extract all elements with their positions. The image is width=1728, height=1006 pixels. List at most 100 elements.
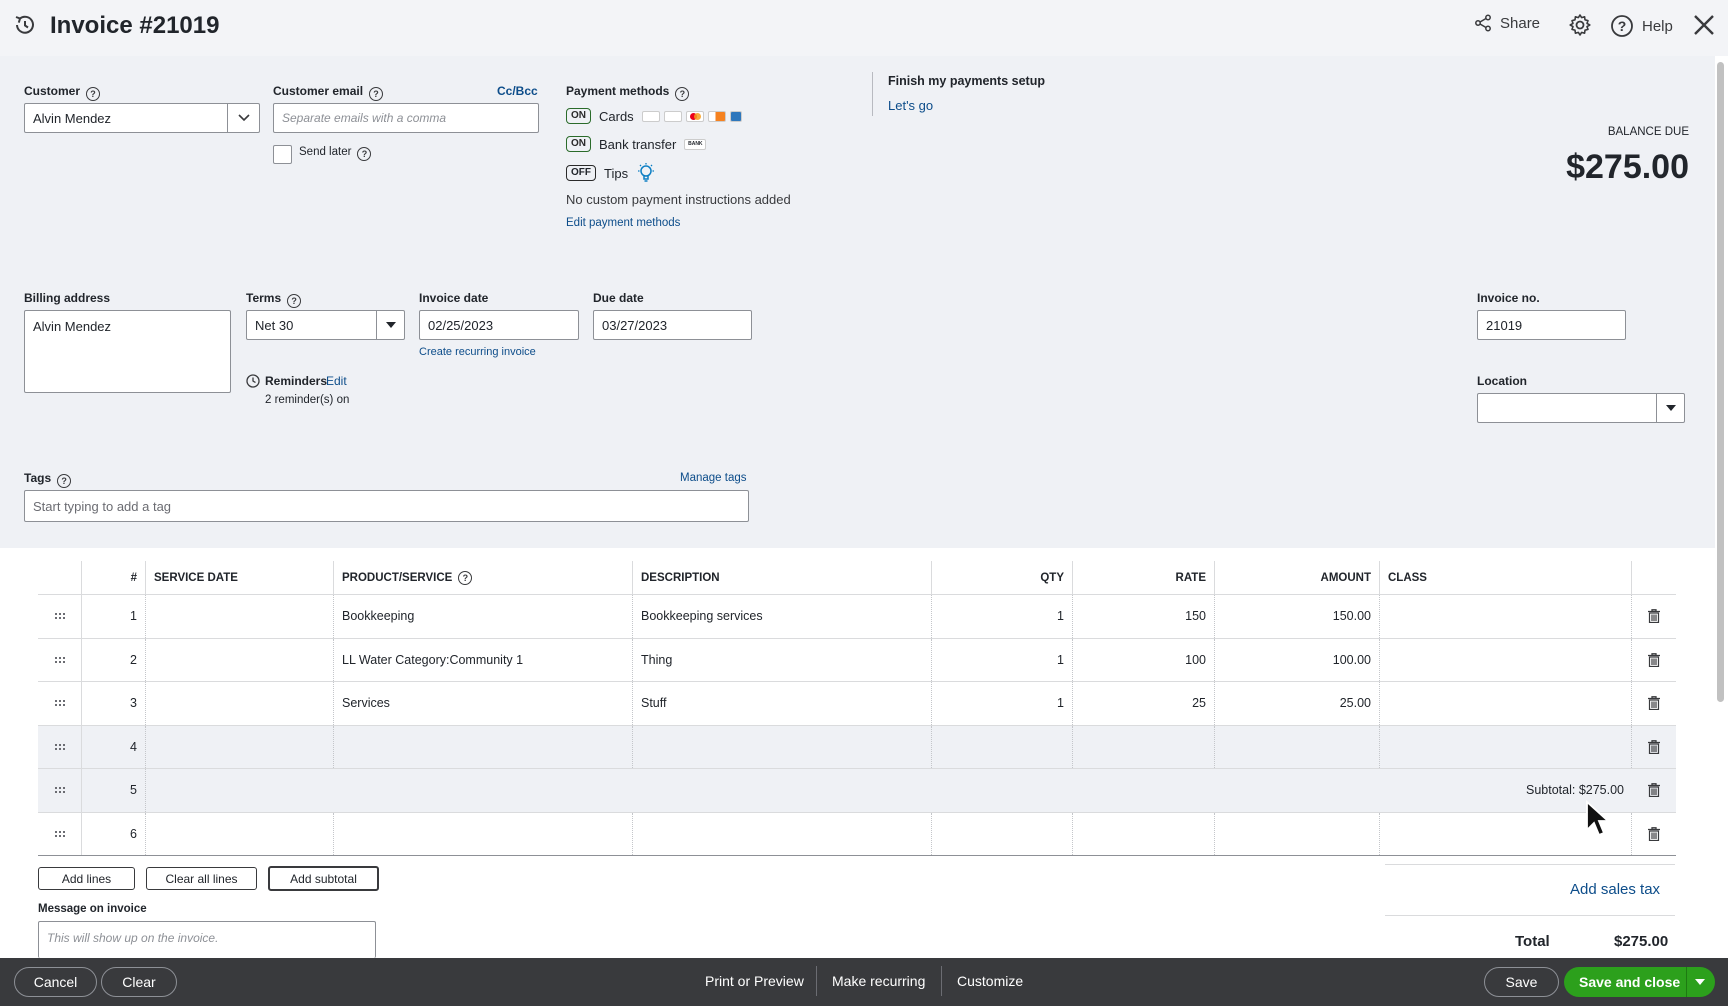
balance-due-amount: $275.00 — [1566, 148, 1689, 186]
trash-icon[interactable] — [1632, 639, 1676, 682]
col-description: DESCRIPTION — [633, 561, 932, 594]
mouse-cursor-icon — [1586, 800, 1611, 837]
save-and-close-button[interactable]: Save and close — [1564, 967, 1715, 997]
total-label: Total — [1515, 933, 1550, 950]
apple-pay-icon — [641, 110, 660, 122]
payment-methods-label: Payment methods? — [566, 84, 690, 101]
clear-button[interactable]: Clear — [101, 967, 177, 997]
drag-handle-icon[interactable] — [38, 595, 82, 638]
make-recurring-link[interactable]: Make recurring — [832, 973, 925, 989]
reminders-label: Reminders — [265, 374, 328, 388]
help-button[interactable]: ? Help — [1610, 14, 1673, 38]
tags-input[interactable]: Start typing to add a tag — [24, 490, 749, 522]
drag-handle-icon[interactable] — [38, 725, 82, 768]
col-class: CLASS — [1380, 561, 1632, 594]
billing-address-value: Alvin Mendez — [33, 319, 112, 334]
reminders-edit-link[interactable]: Edit — [326, 374, 347, 388]
drag-handle-icon[interactable] — [38, 812, 82, 855]
help-icon: ? — [86, 87, 101, 101]
billing-address-label: Billing address — [24, 291, 111, 305]
svg-text:?: ? — [1618, 18, 1627, 34]
invoice-date-label: Invoice date — [419, 291, 489, 305]
manage-tags-link[interactable]: Manage tags — [680, 472, 747, 484]
no-instructions-text: No custom payment instructions added — [566, 192, 791, 207]
cards-label: Cards — [599, 108, 634, 124]
drag-handle-icon[interactable] — [38, 682, 82, 725]
col-qty: QTY — [932, 561, 1073, 594]
trash-icon[interactable] — [1632, 726, 1676, 769]
chevron-down-icon[interactable] — [227, 104, 259, 132]
help-label: Help — [1642, 17, 1673, 35]
save-close-label: Save and close — [1579, 974, 1681, 990]
message-placeholder: This will show up on the invoice. — [47, 931, 219, 945]
caret-down-icon[interactable] — [1656, 394, 1684, 422]
close-icon[interactable] — [1692, 13, 1716, 37]
create-recurring-link[interactable]: Create recurring invoice — [419, 346, 536, 358]
col-service-date: SERVICE DATE — [146, 561, 334, 594]
add-sales-tax-link[interactable]: Add sales tax — [1570, 881, 1660, 898]
customer-email-label: Customer email? — [273, 84, 384, 101]
help-icon: ? — [675, 87, 690, 101]
drag-handle-icon[interactable] — [38, 638, 82, 681]
add-lines-button[interactable]: Add lines — [38, 867, 135, 890]
trash-icon[interactable] — [1632, 682, 1676, 725]
billing-address-input[interactable]: Alvin Mendez — [24, 310, 231, 393]
cards-toggle[interactable]: ON — [566, 108, 591, 124]
bank-toggle[interactable]: ON — [566, 136, 591, 152]
message-textarea[interactable]: This will show up on the invoice. — [38, 921, 376, 958]
send-later-checkbox[interactable] — [273, 145, 292, 164]
bank-transfer-label: Bank transfer — [599, 136, 677, 152]
terms-select[interactable]: Net 30 — [246, 310, 405, 340]
tips-label: Tips — [604, 165, 629, 181]
caret-down-icon[interactable] — [376, 311, 404, 339]
tips-toggle[interactable]: OFF — [566, 165, 596, 181]
col-rate: RATE — [1073, 561, 1215, 594]
page-title: Invoice #21019 — [50, 12, 220, 39]
invoice-date-input[interactable]: 02/25/2023 — [419, 310, 579, 340]
share-button[interactable]: Share — [1474, 14, 1540, 32]
table-row[interactable]: 6 — [38, 812, 1676, 856]
trash-icon[interactable] — [1632, 769, 1676, 812]
help-icon: ? — [1611, 15, 1633, 37]
total-value: $275.00 — [1614, 933, 1669, 950]
customer-select[interactable]: Alvin Mendez — [24, 103, 260, 133]
settings-gear-icon[interactable] — [1568, 13, 1592, 37]
caret-down-icon[interactable] — [1695, 979, 1705, 985]
terms-value: Net 30 — [255, 317, 294, 333]
table-row[interactable]: 2 LL Water Category:Community 1 Thing 1 … — [38, 638, 1676, 682]
help-icon: ? — [458, 570, 473, 585]
trash-icon[interactable] — [1632, 813, 1676, 856]
trash-icon[interactable] — [1632, 595, 1676, 638]
cc-bcc-link[interactable]: Cc/Bcc — [497, 84, 538, 98]
invoice-header: Invoice #21019 Share ? Help — [0, 0, 1728, 56]
invoice-form: Customer? Alvin Mendez Customer email? C… — [0, 56, 1715, 548]
table-row[interactable]: 1 Bookkeeping Bookkeeping services 1 150… — [38, 595, 1676, 639]
clear-all-lines-button[interactable]: Clear all lines — [146, 867, 257, 890]
help-icon: ? — [369, 87, 384, 101]
lightbulb-icon — [638, 163, 655, 182]
amex-icon — [729, 110, 742, 122]
lets-go-link[interactable]: Let's go — [888, 98, 933, 113]
customer-label: Customer? — [24, 84, 101, 101]
scrollbar-thumb[interactable] — [1717, 62, 1724, 702]
edit-payment-methods-link[interactable]: Edit payment methods — [566, 217, 680, 229]
print-preview-link[interactable]: Print or Preview — [705, 973, 804, 989]
add-subtotal-button[interactable]: Add subtotal — [268, 866, 379, 891]
customer-email-input[interactable]: Separate emails with a comma — [273, 103, 539, 133]
tags-label: Tags? — [24, 471, 72, 488]
customize-link[interactable]: Customize — [957, 973, 1023, 989]
table-row[interactable]: 3 Services Stuff 1 25 25.00 — [38, 682, 1676, 726]
invoice-no-value: 21019 — [1486, 317, 1523, 333]
send-later-label: Send later? — [299, 146, 372, 161]
location-select[interactable] — [1477, 393, 1685, 423]
subtotal-row[interactable]: 5 Subtotal: $275.00 — [38, 769, 1676, 813]
history-icon[interactable] — [12, 12, 38, 38]
invoice-no-input[interactable]: 21019 — [1477, 310, 1626, 340]
save-button[interactable]: Save — [1484, 967, 1559, 997]
cancel-button[interactable]: Cancel — [14, 967, 97, 997]
table-header: # SERVICE DATE PRODUCT/SERVICE? DESCRIPT… — [38, 561, 1676, 595]
drag-handle-icon[interactable] — [38, 769, 82, 812]
due-date-input[interactable]: 03/27/2023 — [593, 310, 752, 340]
table-row[interactable]: 4 — [38, 725, 1676, 769]
terms-label: Terms? — [246, 291, 302, 308]
